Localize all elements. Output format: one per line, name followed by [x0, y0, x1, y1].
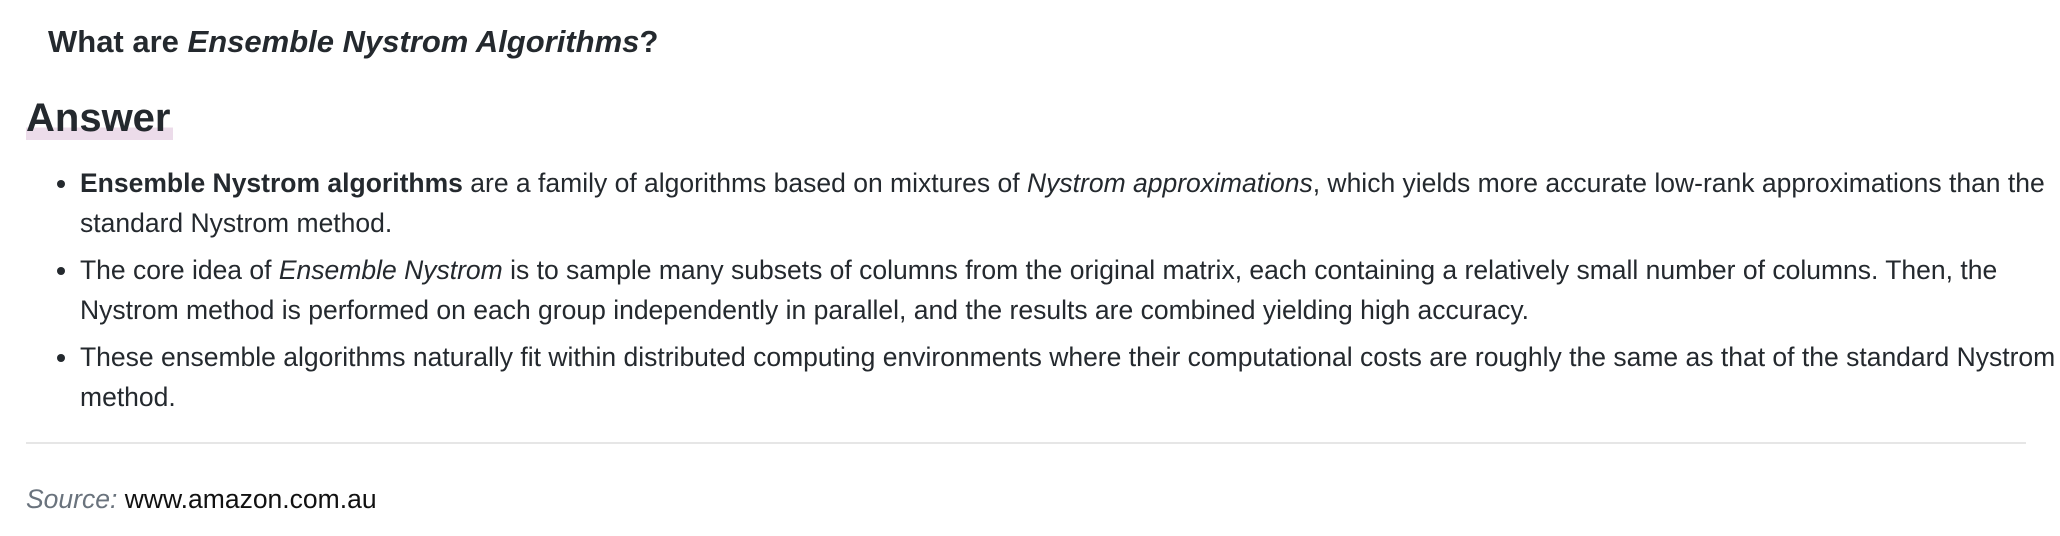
text: The core idea of [80, 255, 279, 285]
list-item: The core idea of Ensemble Nystrom is to … [80, 250, 2060, 330]
question-term: Ensemble Nystrom Algorithms [187, 24, 640, 59]
divider [26, 442, 2026, 444]
text: are a family of algorithms based on mixt… [462, 168, 1027, 198]
answer-heading: Answer [26, 94, 173, 142]
text: These ensemble algorithms naturally fit … [80, 342, 2056, 412]
list-item: Ensemble Nystrom algorithms are a family… [80, 163, 2060, 243]
answer-heading-text: Answer [26, 96, 173, 140]
answer-list: Ensemble Nystrom algorithms are a family… [48, 163, 2060, 424]
question-prefix: What are [48, 24, 188, 59]
italic-term: Nystrom approximations [1027, 168, 1313, 198]
italic-term: Ensemble Nystrom [278, 255, 503, 285]
question-suffix: ? [639, 24, 659, 59]
question-heading: What are Ensemble Nystrom Algorithms? [48, 24, 658, 60]
source-line: Source: www.amazon.com.au [26, 484, 377, 515]
source-url: www.amazon.com.au [124, 484, 377, 514]
list-item: These ensemble algorithms naturally fit … [80, 337, 2060, 417]
bold-term: Ensemble Nystrom algorithms [80, 168, 463, 198]
source-label: Source: [26, 484, 118, 514]
